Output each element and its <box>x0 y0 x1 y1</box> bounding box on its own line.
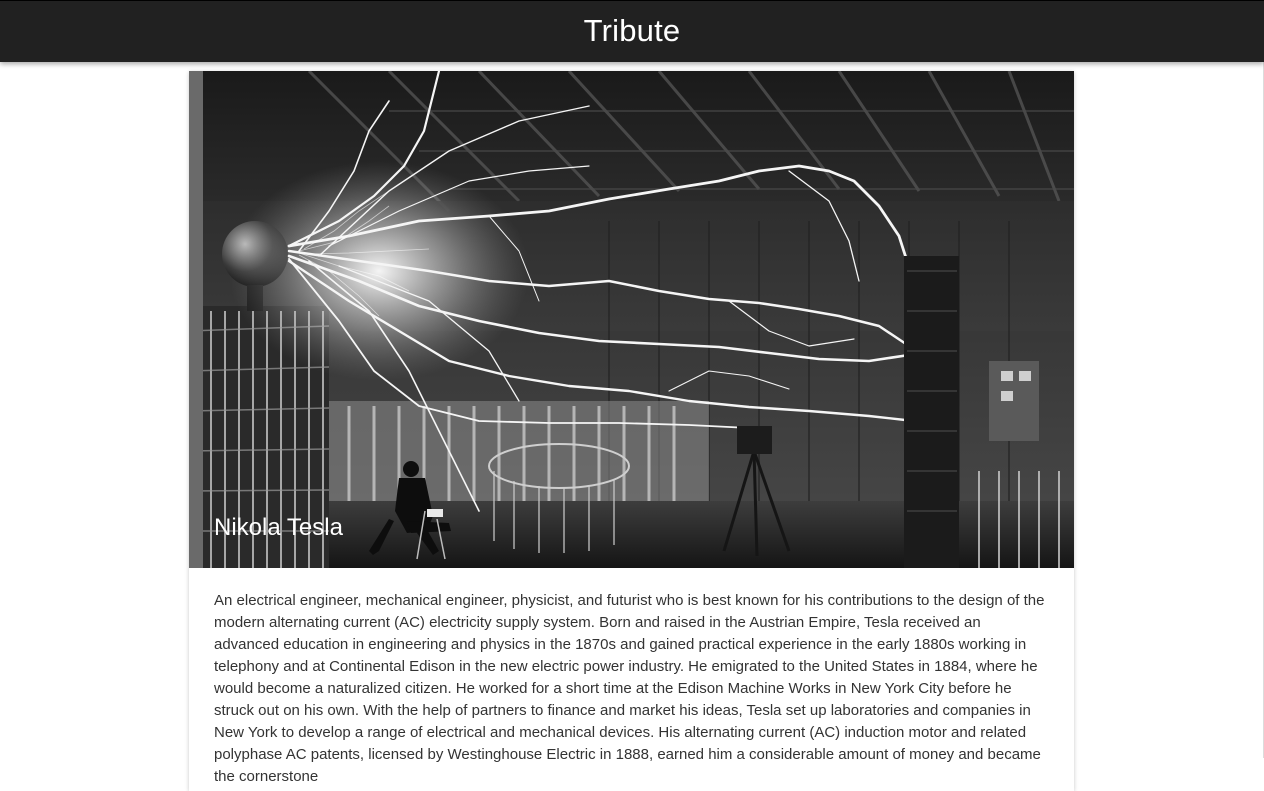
brand-logo[interactable]: Tribute <box>584 15 681 46</box>
tesla-description: An electrical engineer, mechanical engin… <box>214 592 1045 785</box>
card-image: Nikola Tesla <box>189 71 1074 568</box>
tesla-lab-photo <box>189 71 1074 568</box>
tribute-card: Nikola Tesla An electrical engineer, mec… <box>189 71 1074 791</box>
card-title: Nikola Tesla <box>214 514 343 541</box>
card-content: An electrical engineer, mechanical engin… <box>189 568 1074 788</box>
top-navbar: Tribute <box>0 0 1264 62</box>
